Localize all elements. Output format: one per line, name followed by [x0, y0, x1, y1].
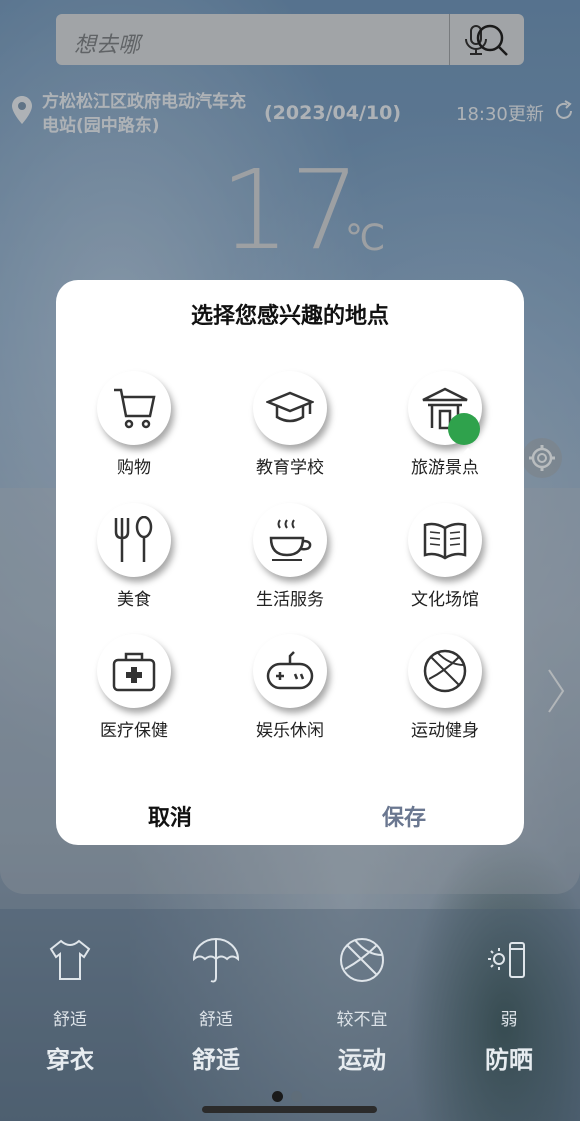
index-level: 较不宜: [336, 1010, 388, 1030]
medical-kit-icon: [112, 652, 156, 692]
save-button[interactable]: 保存: [382, 800, 426, 832]
fork-spoon-icon: [114, 516, 153, 562]
option-medical[interactable]: 医疗保健: [69, 634, 199, 741]
sunscreen-icon: [488, 942, 525, 978]
modal-title: 选择您感兴趣的地点: [190, 304, 389, 329]
index-label: 舒适: [192, 1046, 240, 1074]
option-tourism[interactable]: 旅游景点: [380, 371, 510, 478]
open-book-icon: [423, 522, 467, 560]
interest-modal: 选择您感兴趣的地点 购物 教育学校 旅游景点 美食 生活服务 文化场馆 医疗保健…: [56, 280, 524, 845]
option-culture[interactable]: 文化场馆: [380, 503, 510, 610]
life-index-sunscreen[interactable]: 弱 防晒: [459, 935, 559, 1075]
page-indicator: [272, 1087, 310, 1106]
option-circle[interactable]: [97, 503, 171, 577]
gamepad-icon: [266, 651, 314, 690]
tshirt-icon: [49, 939, 91, 980]
option-circle[interactable]: [253, 634, 327, 708]
option-sports[interactable]: 运动健身: [380, 634, 510, 741]
life-index-clothing[interactable]: 舒适 穿衣: [20, 935, 120, 1075]
option-label: 医疗保健: [100, 721, 168, 741]
index-label: 防晒: [485, 1046, 533, 1074]
option-circle[interactable]: [97, 371, 171, 445]
option-circle[interactable]: [408, 634, 482, 708]
umbrella-icon: [192, 938, 240, 983]
option-label: 运动健身: [411, 721, 479, 741]
index-level: 弱: [500, 1010, 518, 1030]
option-food[interactable]: 美食: [69, 503, 199, 610]
cancel-button[interactable]: 取消: [148, 800, 192, 832]
option-circle[interactable]: [97, 634, 171, 708]
life-index-sport[interactable]: 较不宜 运动: [312, 935, 412, 1075]
option-circle[interactable]: [253, 371, 327, 445]
option-education[interactable]: 教育学校: [225, 371, 355, 478]
option-life-service[interactable]: 生活服务: [225, 503, 355, 610]
ball-icon: [340, 938, 384, 982]
selected-check-icon: [448, 413, 507, 469]
life-index-comfort[interactable]: 舒适 舒适: [166, 935, 266, 1075]
option-circle[interactable]: [408, 503, 482, 577]
home-indicator: [202, 1106, 377, 1113]
index-label: 穿衣: [46, 1046, 94, 1074]
shopping-cart-icon: [114, 388, 156, 429]
option-entertainment[interactable]: 娱乐休闲: [225, 634, 355, 741]
option-label: 教育学校: [256, 458, 324, 478]
option-label: 生活服务: [256, 590, 324, 610]
option-circle[interactable]: [253, 503, 327, 577]
page-dot-active: [272, 1091, 283, 1102]
option-label: 娱乐休闲: [256, 721, 324, 741]
option-label: 文化场馆: [411, 590, 479, 610]
index-label: 运动: [338, 1046, 386, 1074]
option-circle[interactable]: [408, 371, 507, 469]
ball-icon: [423, 649, 467, 693]
index-level: 舒适: [199, 1010, 233, 1030]
page-dot: [291, 1091, 302, 1102]
option-label: 美食: [117, 590, 151, 610]
graduation-cap-icon: [266, 391, 314, 423]
option-shopping[interactable]: 购物: [69, 371, 199, 478]
index-level: 舒适: [53, 1010, 87, 1030]
option-label: 购物: [117, 458, 151, 478]
coffee-cup-icon: [269, 519, 312, 561]
